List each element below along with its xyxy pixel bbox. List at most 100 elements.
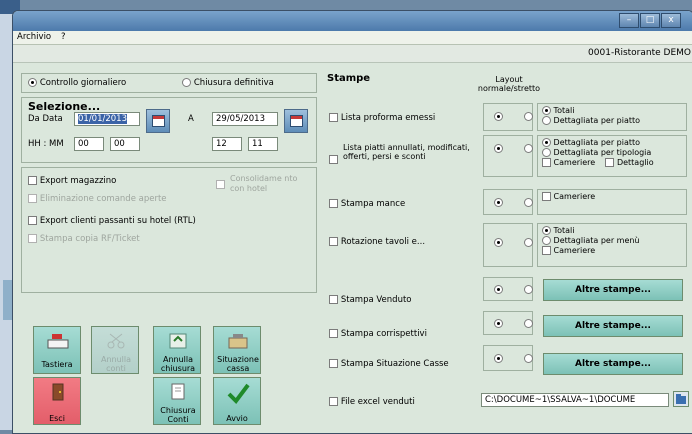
altre-stampe-button-3[interactable]: Altre stampe... bbox=[543, 353, 683, 375]
radio-normale[interactable] bbox=[494, 285, 503, 294]
menu-bar: Archivio ? bbox=[13, 31, 692, 45]
radio-stretto[interactable] bbox=[523, 112, 533, 121]
radio-normale[interactable] bbox=[494, 198, 503, 207]
mode-chiusura-label: Chiusura definitiva bbox=[193, 78, 274, 88]
checkbox[interactable] bbox=[329, 113, 338, 122]
da-data-field[interactable]: 01/01/2013 bbox=[74, 112, 140, 126]
menu-archivio[interactable]: Archivio bbox=[17, 32, 51, 42]
chiusura-conti-button[interactable]: Chiusura Conti bbox=[153, 377, 201, 425]
layout-radios bbox=[483, 311, 533, 335]
row-corrispettivi[interactable]: Stampa corrispettivi bbox=[329, 329, 427, 339]
radio-normale[interactable] bbox=[494, 112, 503, 121]
radio-controllo[interactable] bbox=[28, 78, 37, 87]
option-label: Dettagliata per tipologia bbox=[553, 148, 652, 157]
radio-totali[interactable] bbox=[542, 226, 551, 235]
row-situazione-casse[interactable]: Stampa Situazione Casse bbox=[329, 359, 449, 369]
option-label: Dettagliata per piatto bbox=[553, 138, 641, 147]
radio-dettagliata-piatto[interactable] bbox=[542, 116, 551, 125]
tastiera-button[interactable]: Tastiera bbox=[33, 326, 81, 374]
radio-normale[interactable] bbox=[494, 354, 503, 363]
option-label: Totali bbox=[553, 226, 575, 235]
keyboard-icon bbox=[46, 332, 70, 350]
radio-stretto[interactable] bbox=[523, 285, 533, 294]
stampe-title: Stampe bbox=[327, 73, 371, 84]
radio-stretto[interactable] bbox=[523, 144, 533, 153]
browse-folder-button[interactable] bbox=[673, 391, 689, 407]
to-mm-field[interactable]: 11 bbox=[248, 137, 278, 151]
minimize-button[interactable]: – bbox=[619, 13, 639, 28]
checkbox-cameriere[interactable] bbox=[542, 158, 551, 167]
option-label: Cameriere bbox=[553, 158, 596, 167]
checkbox[interactable] bbox=[329, 329, 338, 338]
radio-stretto[interactable] bbox=[523, 238, 533, 247]
maximize-button[interactable]: □ bbox=[640, 13, 660, 28]
layout-radios bbox=[483, 103, 533, 131]
row-mance[interactable]: Stampa mance bbox=[329, 199, 405, 209]
radio-dettagliata-menu[interactable] bbox=[542, 236, 551, 245]
altre-stampe-button-1[interactable]: Altre stampe... bbox=[543, 279, 683, 301]
radio-totali[interactable] bbox=[542, 106, 551, 115]
option-label: Consolidame nto con hotel bbox=[230, 174, 298, 193]
row-label: Stampa corrispettivi bbox=[340, 329, 427, 339]
mode-chiusura[interactable]: Chiusura definitiva bbox=[182, 78, 274, 88]
calendar-from-button[interactable] bbox=[146, 109, 170, 133]
checkbox[interactable] bbox=[329, 397, 338, 406]
close-button[interactable]: x bbox=[661, 13, 681, 28]
mode-controllo[interactable]: Controllo giornaliero bbox=[28, 78, 126, 88]
radio-normale[interactable] bbox=[494, 319, 503, 328]
option-export-magazzino[interactable]: Export magazzino bbox=[28, 176, 116, 186]
avvio-button[interactable]: Avvio bbox=[213, 377, 261, 425]
scissors-icon bbox=[104, 332, 128, 350]
checkbox-cameriere[interactable] bbox=[542, 192, 551, 201]
proforma-options: Totali Dettagliata per piatto bbox=[537, 103, 687, 131]
row-rotazione[interactable]: Rotazione tavoli e... bbox=[329, 237, 425, 247]
a-data-field[interactable]: 29/05/2013 bbox=[212, 112, 278, 126]
row-venduto[interactable]: Stampa Venduto bbox=[329, 295, 412, 305]
to-hh-field[interactable]: 12 bbox=[212, 137, 242, 151]
piatti-options: Dettagliata per piatto Dettagliata per t… bbox=[537, 135, 687, 177]
radio-stretto[interactable] bbox=[523, 198, 533, 207]
radio-dettagliata-piatto[interactable] bbox=[542, 138, 551, 147]
option-label: Eliminazione comande aperte bbox=[39, 194, 167, 204]
checkbox[interactable] bbox=[329, 359, 338, 368]
radio-normale[interactable] bbox=[494, 144, 503, 153]
calendar-icon bbox=[152, 115, 165, 127]
stampe-panel: Stampe Layout normale/stretto Lista prof… bbox=[321, 73, 692, 429]
radio-chiusura[interactable] bbox=[182, 78, 191, 87]
menu-help[interactable]: ? bbox=[61, 32, 66, 42]
checkbox-dettaglio[interactable] bbox=[605, 158, 615, 167]
folder-search-icon bbox=[676, 394, 686, 404]
esci-button[interactable]: Esci bbox=[33, 377, 81, 425]
checkbox[interactable] bbox=[329, 237, 338, 246]
chiusura-conti-label: Chiusura Conti bbox=[160, 406, 196, 424]
radio-stretto[interactable] bbox=[523, 354, 533, 363]
checkbox[interactable] bbox=[28, 176, 37, 185]
rotazione-options: Totali Dettagliata per menù Cameriere bbox=[537, 223, 687, 267]
checkmark-icon bbox=[226, 383, 250, 405]
option-export-clienti[interactable]: Export clienti passanti su hotel (RTL) bbox=[28, 216, 196, 226]
option-label: Export magazzino bbox=[39, 176, 117, 186]
radio-normale[interactable] bbox=[494, 238, 503, 247]
from-hh-field[interactable]: 00 bbox=[74, 137, 104, 151]
row-file-excel[interactable]: File excel venduti bbox=[329, 397, 415, 407]
calendar-to-button[interactable] bbox=[284, 109, 308, 133]
checkbox[interactable] bbox=[329, 199, 338, 208]
checkbox[interactable] bbox=[329, 295, 338, 304]
checkbox-cameriere[interactable] bbox=[542, 246, 551, 255]
hhmm-label: HH : MM bbox=[28, 139, 64, 149]
calendar-icon bbox=[290, 115, 303, 127]
excel-path-field[interactable]: C:\DOCUME~1\SSALVA~1\DOCUME bbox=[481, 393, 669, 407]
checkbox[interactable] bbox=[329, 155, 338, 164]
annulla-conti-label: Annulla conti bbox=[101, 355, 132, 373]
altre-stampe-button-2[interactable]: Altre stampe... bbox=[543, 315, 683, 337]
radio-dettagliata-tipologia[interactable] bbox=[542, 148, 551, 157]
annulla-chiusura-button[interactable]: Annulla chiusura bbox=[153, 326, 201, 374]
option-label: Cameriere bbox=[553, 192, 596, 201]
situazione-cassa-button[interactable]: Situazione cassa bbox=[213, 326, 261, 374]
option-label: Stampa copia RF/Ticket bbox=[39, 234, 140, 244]
radio-stretto[interactable] bbox=[523, 319, 533, 328]
checkbox[interactable] bbox=[28, 216, 37, 225]
exit-door-icon bbox=[46, 383, 70, 401]
from-mm-field[interactable]: 00 bbox=[110, 137, 140, 151]
row-proforma[interactable]: Lista proforma emessi bbox=[329, 113, 435, 123]
